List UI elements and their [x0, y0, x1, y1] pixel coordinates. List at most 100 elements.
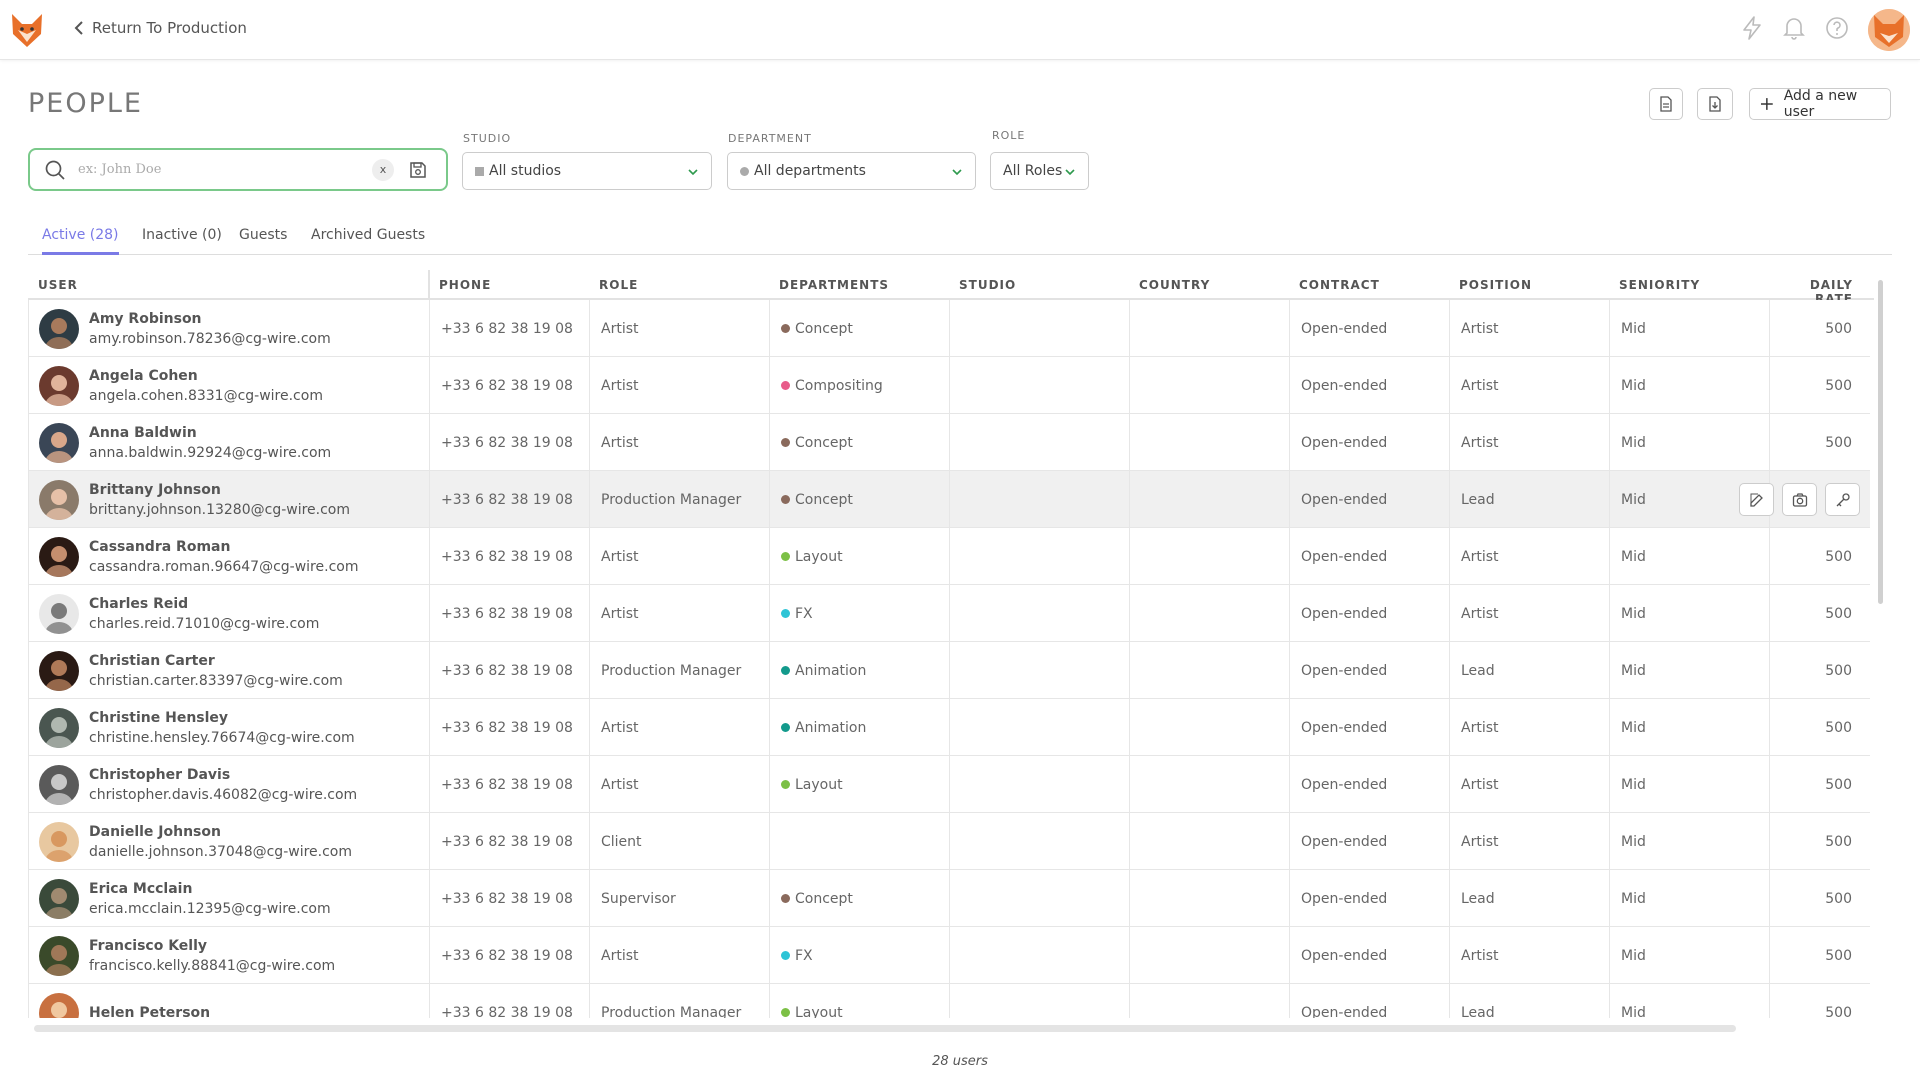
- phone-value: +33 6 82 38 19 08: [441, 776, 573, 793]
- avatar[interactable]: [39, 308, 79, 349]
- department-dot-icon: [781, 381, 790, 390]
- page-title: PEOPLE: [28, 88, 143, 119]
- table-row[interactable]: Angela Cohen angela.cohen.8331@cg-wire.co…: [28, 357, 1870, 414]
- tab-active[interactable]: Active (28): [42, 227, 119, 255]
- contract-value: Open-ended: [1301, 320, 1388, 337]
- user-name[interactable]: Amy Robinson: [89, 309, 331, 329]
- user-name[interactable]: Christine Hensley: [89, 708, 355, 728]
- table-row[interactable]: Charles Reid charles.reid.71010@cg-wire.c…: [28, 585, 1870, 642]
- table-row[interactable]: Amy Robinson amy.robinson.78236@cg-wire.c…: [28, 300, 1870, 357]
- lightning-icon[interactable]: [1739, 15, 1765, 41]
- search-icon: [45, 160, 65, 180]
- user-name[interactable]: Anna Baldwin: [89, 423, 331, 443]
- user-name[interactable]: Angela Cohen: [89, 366, 323, 386]
- tab-inactive[interactable]: Inactive (0): [142, 227, 222, 255]
- help-icon[interactable]: [1824, 15, 1850, 41]
- column-position[interactable]: POSITION: [1459, 278, 1532, 292]
- contract-value: Open-ended: [1301, 434, 1388, 451]
- table-row[interactable]: Danielle Johnson danielle.johnson.37048@c…: [28, 813, 1870, 870]
- plus-icon: [1760, 98, 1773, 110]
- column-phone[interactable]: PHONE: [439, 278, 491, 292]
- avatar[interactable]: [39, 764, 79, 805]
- cell-country: [1129, 870, 1289, 927]
- column-contract[interactable]: CONTRACT: [1299, 278, 1380, 292]
- column-studio[interactable]: STUDIO: [959, 278, 1016, 292]
- current-user-avatar[interactable]: [1868, 9, 1910, 51]
- table-row[interactable]: Helen Peterson +33 6 82 38 19 08 Productio…: [28, 984, 1870, 1018]
- department-dot-icon: [781, 894, 790, 903]
- add-user-button[interactable]: Add a new user: [1749, 88, 1891, 120]
- avatar[interactable]: [39, 650, 79, 691]
- reset-password-button[interactable]: [1825, 483, 1860, 516]
- table-row[interactable]: Francisco Kelly francisco.kelly.88841@cg-…: [28, 927, 1870, 984]
- position-value: Artist: [1461, 434, 1499, 451]
- kitsu-fox-logo-icon[interactable]: [10, 12, 44, 48]
- export-csv-button[interactable]: [1649, 88, 1683, 120]
- column-country[interactable]: COUNTRY: [1139, 278, 1210, 292]
- vertical-scrollbar[interactable]: [1878, 280, 1883, 604]
- cell-role: Client: [589, 813, 769, 870]
- import-csv-button[interactable]: [1697, 88, 1733, 120]
- role-select[interactable]: All Roles: [990, 152, 1089, 190]
- department-label: Concept: [795, 434, 853, 451]
- avatar[interactable]: [39, 935, 79, 976]
- column-departments[interactable]: DEPARTMENTS: [779, 278, 889, 292]
- avatar[interactable]: [39, 536, 79, 577]
- phone-value: +33 6 82 38 19 08: [441, 947, 573, 964]
- contract-value: Open-ended: [1301, 1004, 1388, 1019]
- avatar[interactable]: [39, 593, 79, 634]
- user-name[interactable]: Danielle Johnson: [89, 822, 352, 842]
- edit-user-button[interactable]: [1739, 483, 1774, 516]
- user-name[interactable]: Helen Peterson: [89, 1003, 210, 1019]
- user-name[interactable]: Cassandra Roman: [89, 537, 358, 557]
- user-name[interactable]: Charles Reid: [89, 594, 319, 614]
- table-row[interactable]: Erica Mcclain erica.mcclain.12395@cg-wire…: [28, 870, 1870, 927]
- avatar[interactable]: [39, 878, 79, 919]
- table-row[interactable]: Christopher Davis christopher.davis.46082…: [28, 756, 1870, 813]
- change-avatar-button[interactable]: [1782, 483, 1817, 516]
- user-name[interactable]: Christian Carter: [89, 651, 343, 671]
- search-input[interactable]: [78, 162, 368, 177]
- cell-dept: [769, 813, 949, 870]
- cell-studio: [949, 813, 1129, 870]
- table-row[interactable]: Anna Baldwin anna.baldwin.92924@cg-wire.c…: [28, 414, 1870, 471]
- tab-guests[interactable]: Guests: [239, 227, 287, 255]
- avatar[interactable]: [39, 707, 79, 748]
- return-to-production-link[interactable]: Return To Production: [74, 19, 247, 37]
- user-email: amy.robinson.78236@cg-wire.com: [89, 330, 331, 347]
- horizontal-scrollbar[interactable]: [34, 1025, 1736, 1032]
- department-select[interactable]: All departments: [727, 152, 976, 190]
- column-role[interactable]: ROLE: [599, 278, 638, 292]
- avatar[interactable]: [39, 479, 79, 520]
- seniority-value: Mid: [1621, 605, 1646, 622]
- cell-role: Artist: [589, 300, 769, 357]
- cell-contract: Open-ended: [1289, 984, 1449, 1018]
- role-value: Artist: [601, 776, 639, 793]
- avatar[interactable]: [39, 992, 79, 1018]
- save-search-icon[interactable]: [408, 160, 428, 180]
- avatar[interactable]: [39, 365, 79, 406]
- column-user[interactable]: USER: [38, 278, 78, 292]
- cell-studio: [949, 585, 1129, 642]
- cell-user: Danielle Johnson danielle.johnson.37048@c…: [28, 813, 428, 870]
- cell-user: Christopher Davis christopher.davis.46082…: [28, 756, 428, 813]
- table-row[interactable]: Christine Hensley christine.hensley.76674…: [28, 699, 1870, 756]
- bell-icon[interactable]: [1781, 15, 1807, 41]
- avatar[interactable]: [39, 422, 79, 463]
- column-seniority[interactable]: SENIORITY: [1619, 278, 1700, 292]
- cell-studio: [949, 984, 1129, 1018]
- cell-dept: Layout: [769, 528, 949, 585]
- studio-select[interactable]: All studios: [462, 152, 712, 190]
- user-name[interactable]: Erica Mcclain: [89, 879, 331, 899]
- phone-value: +33 6 82 38 19 08: [441, 662, 573, 679]
- clear-search-button[interactable]: x: [372, 158, 394, 181]
- table-row[interactable]: Cassandra Roman cassandra.roman.96647@cg-…: [28, 528, 1870, 585]
- user-name[interactable]: Christopher Davis: [89, 765, 357, 785]
- user-name[interactable]: Brittany Johnson: [89, 480, 350, 500]
- table-row[interactable]: Christian Carter christian.carter.83397@c…: [28, 642, 1870, 699]
- user-name[interactable]: Francisco Kelly: [89, 936, 335, 956]
- table-row[interactable]: Brittany Johnson brittany.johnson.13280@c…: [28, 471, 1870, 528]
- tab-archived-guests[interactable]: Archived Guests: [311, 227, 425, 255]
- avatar[interactable]: [39, 821, 79, 862]
- rate-value: 500: [1825, 890, 1852, 907]
